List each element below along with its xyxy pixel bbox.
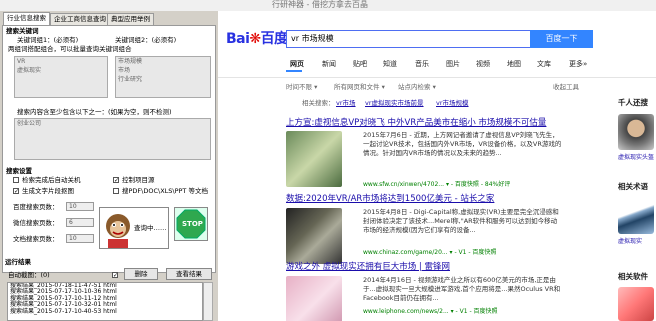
result-title[interactable]: 数据:2020年VR/AR市场将达到1500亿美元 - 站长之家 [286, 194, 494, 204]
baidu-search-button[interactable]: 百度一下 [530, 30, 593, 48]
nav-web[interactable]: 网页 [290, 60, 304, 69]
tab-industry-search[interactable]: 行业信息搜索 [3, 12, 50, 25]
stop-button[interactable]: STOP [174, 207, 208, 241]
source-control-checkbox[interactable]: ✓ [113, 177, 119, 184]
exclude-value: 创业公司 [17, 120, 42, 127]
result-title[interactable]: 上方宣:虚视信息VP对晓飞 中外VR产品美市在缩小 市场规模不可估量 [286, 118, 546, 128]
wechat-pages-label: 微信搜索页数： [13, 219, 59, 227]
result-thumbnail[interactable] [286, 208, 342, 264]
keyword-group2-input[interactable]: 市场规模 市场 行业研究 [115, 56, 211, 98]
logo-text-a: Bai [226, 31, 250, 47]
side-title-people: 千人还搜 [618, 98, 648, 107]
paw-icon: ❋ [249, 31, 261, 47]
filter-type[interactable]: 所有网页和文件 ▾ [334, 81, 385, 91]
keyword-group2-line: 行业研究 [118, 76, 143, 83]
auto-label: 自动截图：(0) [8, 271, 50, 279]
nav-wenku[interactable]: 文库 [537, 60, 551, 69]
nav-video[interactable]: 视频 [476, 60, 490, 69]
nav-zhidao[interactable]: 知道 [383, 60, 397, 69]
result-abstract: 2014年4月16日 - 视频游戏产业之所以有600亿美元的市场,正是由于...… [363, 276, 561, 302]
result-url[interactable]: www.chinaz.com/game/20... ▾ - V1 - 百度快照 [363, 247, 496, 256]
tab-company-query[interactable]: 企业工商信息查询 [50, 13, 110, 25]
keyword-group1-line: VR [17, 58, 26, 65]
stop-label: STOP [182, 220, 203, 228]
left-panel: 行业信息搜索 企业工商信息查询 典型应用举例 搜索关键词 关键词组1：(必须有)… [0, 11, 218, 321]
window-title: 行研神器 - 借挖方拿去百晶 [272, 0, 368, 9]
collapse-tools[interactable]: 收起工具 [553, 81, 579, 91]
divider [218, 77, 656, 78]
keyword-group1-label: 关键词组1：(必须有) [17, 36, 79, 44]
nav-more[interactable]: 更多» [569, 60, 587, 69]
snippet-checkbox[interactable]: ✓ [13, 188, 19, 195]
result-url[interactable]: www.leiphone.com/news/2... ▾ - V1 - 百度快照 [363, 306, 498, 315]
delete-button[interactable]: 删除 [124, 268, 158, 280]
side-title-software: 相关软件 [618, 272, 648, 281]
doc-search-checkbox[interactable] [113, 188, 119, 194]
nav-images[interactable]: 图片 [446, 60, 460, 69]
results-scrollbar[interactable] [203, 282, 213, 321]
settings-section-title: 搜索设置 [6, 167, 32, 175]
related-link[interactable]: vr虚拟现实市场前景 [365, 99, 424, 107]
related-label: 相关搜索： [302, 99, 335, 107]
keyword-group2-label: 关键词组2：(必须有) [115, 36, 177, 44]
view-results-button[interactable]: 查看结果 [166, 268, 212, 280]
nav-music[interactable]: 音乐 [415, 60, 429, 69]
nav-news[interactable]: 新闻 [322, 60, 336, 69]
result-url[interactable]: www.sfw.cn/xinwen/4702... ▾ - 百度快照 - 84%… [363, 179, 510, 188]
doc-pages-input[interactable]: 10 [66, 234, 94, 243]
auto-shutdown-label: 检索完成后自动关机 [22, 176, 81, 184]
auto-screenshot-checkbox[interactable]: ✓ [112, 272, 118, 279]
keywords-section-title: 搜索关键词 [6, 27, 39, 35]
nav-map[interactable]: 地图 [507, 60, 521, 69]
nav-active-indicator [286, 70, 302, 72]
browser-view: Bai❋百度 vr 市场规模 百度一下 网页 新闻 贴吧 知道 音乐 图片 视频… [218, 11, 656, 321]
search-button[interactable]: 查询中…… [99, 207, 169, 249]
searching-label: 查询中…… [134, 224, 167, 232]
result-thumbnail[interactable] [286, 131, 342, 187]
result-title[interactable]: 游戏之外 虚拟现实还拥有巨大市场 | 雷锋网 [286, 262, 450, 272]
exclude-input[interactable]: 创业公司 [14, 118, 211, 160]
window-titlebar: 行研神器 - 借挖方拿去百晶 [0, 0, 656, 11]
keywords-hint: 两组词搭配组合，可以批量查询关键词组合 [8, 45, 132, 53]
exclude-label: 搜索内容含至少包含以下之一：(如果为空，则不检测) [17, 108, 172, 116]
source-control-label: 控制项目源 [122, 176, 155, 184]
monkey-icon [106, 214, 130, 248]
side-thumbnail[interactable] [618, 287, 654, 321]
tab-examples[interactable]: 典型应用举例 [107, 13, 154, 25]
run-results: 运行结果 自动截图：(0) ✓ 删除 查看结果 搜索结果_2015-07-18-… [2, 256, 216, 321]
filter-site[interactable]: 站点内检索 ▾ [398, 81, 436, 91]
keyword-group2-line: 市场规模 [118, 58, 143, 65]
filter-time[interactable]: 时间不限 ▾ [286, 81, 317, 91]
auto-shutdown-checkbox[interactable] [13, 177, 19, 183]
related-link[interactable]: vr市场规模 [436, 99, 469, 107]
baidu-pages-label: 百度搜索页数： [13, 203, 59, 211]
results-list[interactable]: 搜索结果_2015-07-18-11-47-51 html 搜索结果_2015-… [7, 282, 203, 321]
doc-search-label: 搜PDF\DOC\XLS\PPT 等文档 [122, 187, 208, 195]
doc-pages-label: 文档搜索页数： [13, 235, 59, 243]
keyword-group2-line: 市场 [118, 67, 131, 74]
side-title-terms: 相关术语 [618, 182, 648, 191]
side-thumbnail[interactable] [618, 114, 654, 150]
side-caption[interactable]: 虚拟现实头盔 [618, 154, 654, 162]
baidu-logo: Bai❋百度 [226, 31, 288, 47]
snippet-label: 生成文字片段抠图 [22, 187, 74, 195]
industry-search-pane: 搜索关键词 关键词组1：(必须有) 关键词组2：(必须有) 两组词搭配组合，可以… [2, 25, 216, 273]
wechat-pages-input[interactable]: 6 [66, 218, 94, 227]
result-thumbnail[interactable] [286, 276, 342, 321]
logo-text-b: 百度 [260, 31, 289, 47]
result-abstract: 2015年7月6日 - 近期，上方网记者邀请了虚视信息VP刘晓飞先生，一起讨论V… [363, 131, 562, 157]
side-thumbnail[interactable] [618, 198, 654, 234]
result-abstract: 2015年4月8日 - Digi-Capital称,虚拟现实(VR)主要是完全沉… [363, 208, 559, 234]
run-section-title: 运行结果 [5, 258, 31, 266]
keyword-group1-input[interactable]: VR 虚拟现实 [14, 56, 108, 98]
side-caption[interactable]: 虚拟现实 [618, 238, 642, 246]
search-input[interactable]: vr 市场规模 [286, 30, 530, 48]
related-link[interactable]: vr市场 [336, 99, 356, 107]
nav-tieba[interactable]: 贴吧 [353, 60, 367, 69]
baidu-pages-input[interactable]: 10 [66, 202, 94, 211]
keyword-group1-line: 虚拟现实 [17, 67, 42, 74]
list-item[interactable]: 搜索结果_2015-07-17-10-40-53 html [8, 308, 202, 315]
